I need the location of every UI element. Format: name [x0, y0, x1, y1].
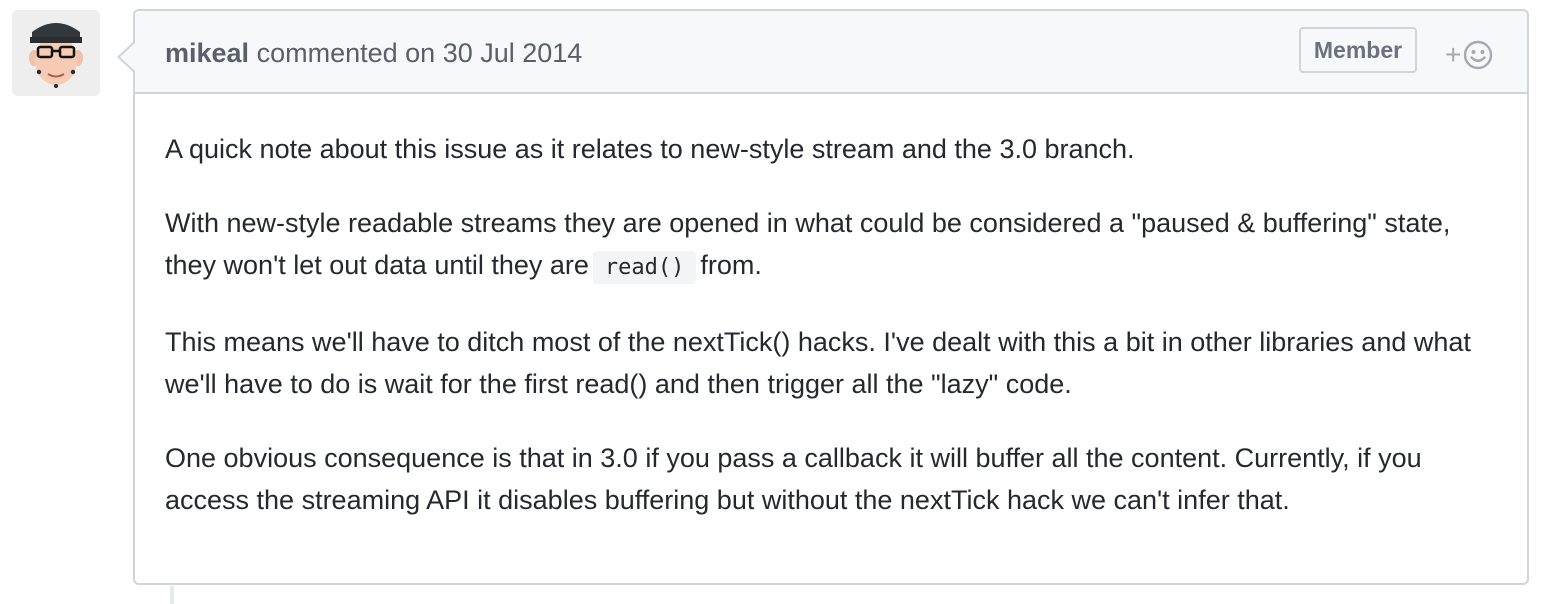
comment-header: mikeal commented on 30 Jul 2014 Member + — [135, 11, 1527, 94]
comment-action-text: commented on — [256, 38, 436, 68]
author-link[interactable]: mikeal — [165, 38, 249, 68]
comment-body: A quick note about this issue as it rela… — [135, 94, 1527, 521]
comment-meta: mikeal commented on 30 Jul 2014 — [165, 35, 582, 71]
add-reaction-button[interactable]: + — [1445, 35, 1505, 75]
inline-code: read() — [592, 251, 697, 284]
comment-paragraph: With new-style readable streams they are… — [165, 202, 1497, 289]
comment-paragraph: This means we'll have to ditch most of t… — [165, 327, 1471, 399]
smiley-icon — [1464, 40, 1493, 70]
comment-date[interactable]: 30 Jul 2014 — [443, 38, 583, 68]
member-badge: Member — [1299, 27, 1417, 73]
comment-paragraph: One obvious consequence is that in 3.0 i… — [165, 443, 1422, 515]
avatar[interactable] — [12, 10, 100, 96]
plus-icon: + — [1445, 39, 1462, 70]
comment-caret-inner — [120, 43, 135, 71]
paragraph-text: from. — [700, 250, 762, 280]
comment-page: mikeal commented on 30 Jul 2014 Member +… — [0, 0, 1552, 604]
paragraph-text: With new-style readable streams they are… — [165, 208, 1451, 280]
comment-paragraph: A quick note about this issue as it rela… — [165, 134, 1135, 164]
issue-comment: mikeal commented on 30 Jul 2014 Member +… — [117, 9, 1529, 585]
timeline-line — [170, 586, 174, 604]
user-avatar-icon — [12, 10, 100, 96]
